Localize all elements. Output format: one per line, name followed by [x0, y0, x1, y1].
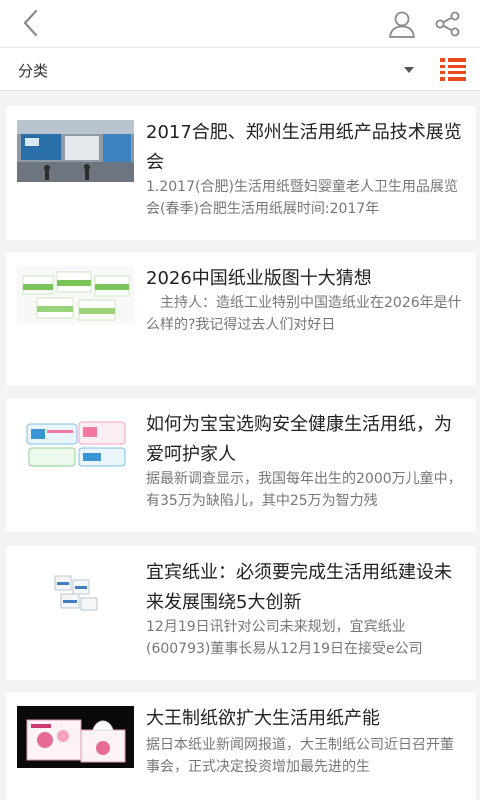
- user-profile-button[interactable]: [384, 6, 420, 42]
- share-icon: [435, 11, 460, 37]
- article-title: 如何为宝宝选购安全健康生活用纸，为爱呵护家人: [146, 414, 452, 465]
- article-thumbnail: [17, 560, 134, 620]
- back-button[interactable]: [14, 6, 48, 40]
- article-card[interactable]: 如何为宝宝选购安全健康生活用纸，为爱呵护家人 据最新调查显示，我国每年出生的20…: [6, 398, 476, 532]
- article-thumbnail: [17, 412, 134, 472]
- user-icon: [389, 11, 415, 38]
- article-title: 大王制纸欲扩大生活用纸产能: [146, 708, 380, 729]
- article-summary: 据日本纸业新闻网报道，大王制纸公司近日召开董事会，正式决定投资增加最先进的生: [146, 737, 454, 775]
- article-summary: 12月19日讯针对公司未来规划，宜宾纸业(600793)董事长易从12月19日在…: [146, 619, 423, 657]
- category-label[interactable]: 分类: [18, 60, 48, 81]
- category-filter-bar: 分类: [0, 47, 480, 91]
- list-view-toggle[interactable]: [440, 58, 466, 82]
- chevron-left-icon: [23, 9, 38, 37]
- article-summary: 主持人：造纸工业特别中国造纸业在2026年是什么样的?我记得过去人们对好日: [146, 295, 462, 333]
- article-card[interactable]: 宜宾纸业：必须要完成生活用纸建设未来发展围绕5大创新 12月19日讯针对公司未来…: [6, 546, 476, 680]
- top-navigation-bar: [0, 0, 480, 46]
- article-card[interactable]: 2017合肥、郑州生活用纸产品技术展览会 1.2017(合肥)生活用纸暨妇婴童老…: [6, 106, 476, 240]
- category-dropdown-button[interactable]: [396, 58, 422, 82]
- article-card[interactable]: 大王制纸欲扩大生活用纸产能 据日本纸业新闻网报道，大王制纸公司近日召开董事会，正…: [6, 692, 476, 800]
- article-title: 宜宾纸业：必须要完成生活用纸建设未来发展围绕5大创新: [146, 562, 452, 613]
- article-thumbnail: [17, 266, 134, 324]
- article-thumbnail: [17, 706, 134, 768]
- list-view-icon: [440, 58, 466, 81]
- share-button[interactable]: [430, 6, 466, 42]
- article-card[interactable]: 2026中国纸业版图十大猜想 主持人：造纸工业特别中国造纸业在2026年是什么样…: [6, 252, 476, 386]
- article-thumbnail: [17, 120, 134, 182]
- article-summary: 1.2017(合肥)生活用纸暨妇婴童老人卫生用品展览会(春季)合肥生活用纸展时间…: [146, 179, 458, 217]
- article-summary: 据最新调查显示，我国每年出生的2000万儿童中，有35万为缺陷儿，其中25万为智…: [146, 471, 462, 509]
- article-title: 2017合肥、郑州生活用纸产品技术展览会: [146, 122, 462, 173]
- article-title: 2026中国纸业版图十大猜想: [146, 268, 372, 289]
- caret-down-icon: [404, 67, 414, 73]
